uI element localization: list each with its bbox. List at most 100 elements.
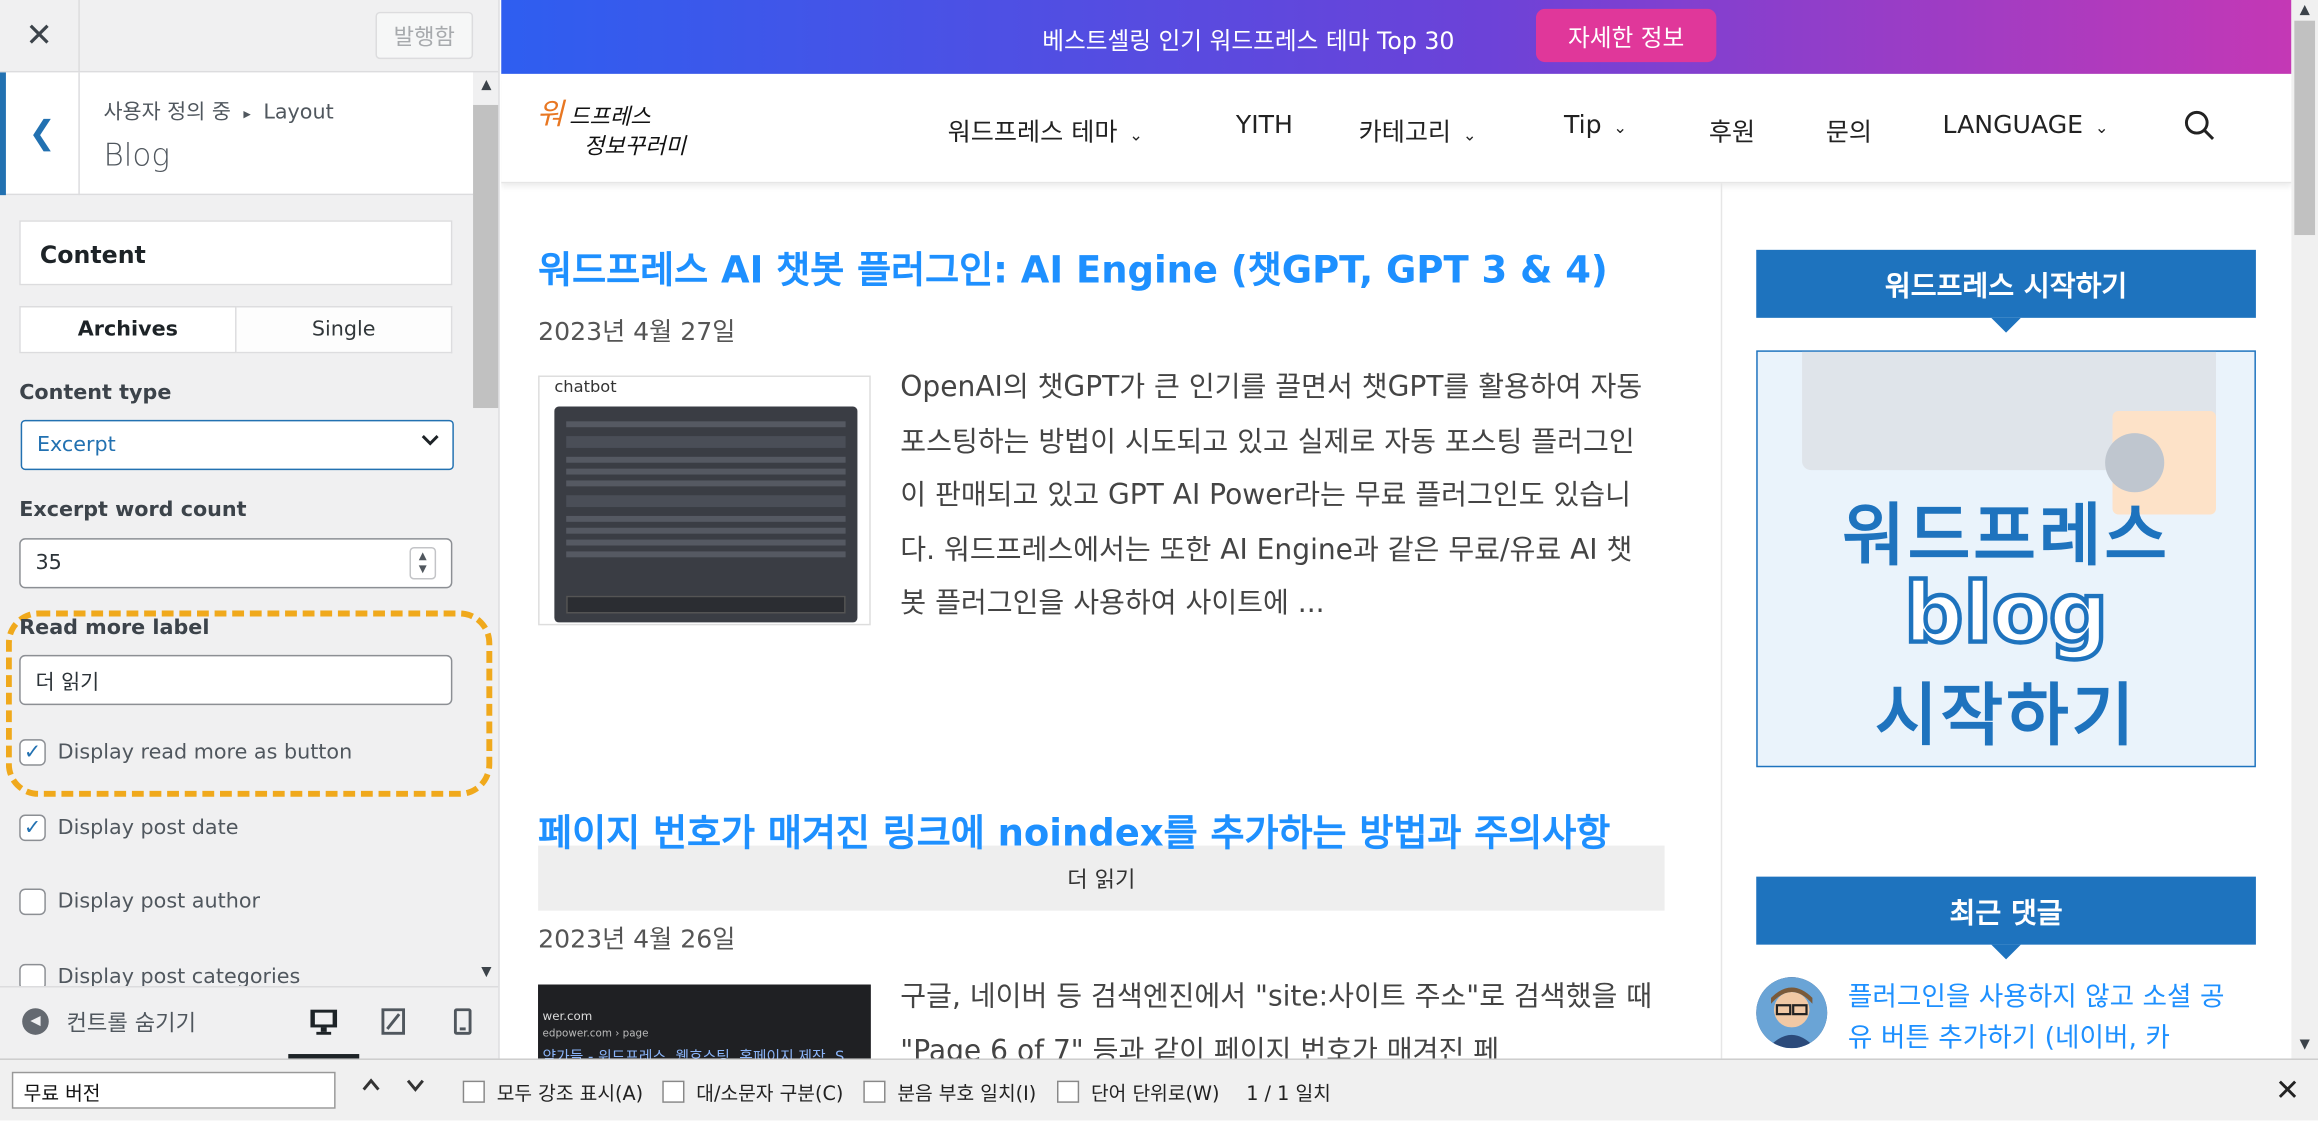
post-title-link[interactable]: 페이지 번호가 매겨진 링크에 noindex를 추가하는 방법과 주의사항 [538, 812, 1676, 856]
whole-words-option[interactable]: 단어 단위로(W) [1056, 1078, 1220, 1106]
nav-item-tip[interactable]: Tip ⌄ [1564, 111, 1627, 141]
svg-text:워: 워 [537, 97, 567, 131]
close-customizer-button[interactable]: ✕ [0, 0, 80, 71]
post-thumbnail[interactable]: chatbot [538, 375, 871, 626]
nav-label: 워드프레스 테마 [947, 118, 1118, 148]
customizer-panel: ✕ 발행함 ❮ 사용자 정의 중 ▸ Layout Blog ▲ ▼ Conte… [0, 0, 500, 1059]
nav-item-themes[interactable]: 워드프레스 테마 ⌄ [948, 111, 1143, 148]
breadcrumb: 사용자 정의 중 ▸ Layout [103, 96, 333, 126]
close-icon[interactable]: ✕ [2275, 1072, 2300, 1107]
thumb-line: edpower.com › page [542, 1027, 649, 1040]
find-previous-icon[interactable] [361, 1075, 382, 1102]
chevron-down-icon: ⌄ [1129, 125, 1143, 145]
breadcrumb-separator: ▸ [243, 106, 251, 123]
breadcrumb-section: Layout [263, 100, 334, 125]
site-header: 워 드프레스 정보꾸러미 워드프레스 테마 ⌄ YITH 카테고리 ⌄ Tip ⌄ 후… [501, 73, 2292, 184]
avatar [1756, 977, 1828, 1049]
tablet-preview-icon[interactable] [375, 1005, 410, 1038]
highlight-all-option[interactable]: 모두 강조 표시(A) [462, 1078, 643, 1106]
banner-text: 베스트셀링 인기 워드프레스 테마 Top 30 [1042, 26, 1455, 55]
scroll-down-icon[interactable]: ▼ [2291, 1035, 2318, 1056]
site-preview: 베스트셀링 인기 워드프레스 테마 Top 30 자세한 정보 워 드프레스 정… [501, 0, 2292, 1059]
breadcrumb-parent: 사용자 정의 중 [103, 100, 231, 125]
search-icon[interactable] [2183, 109, 2216, 142]
tab-archives[interactable]: Archives [19, 306, 237, 354]
widget-title: 워드프레스 시작하기 [1756, 249, 2256, 333]
nav-item-support[interactable]: 후원 [1709, 111, 1755, 148]
scrollbar-thumb[interactable] [473, 104, 499, 409]
checkbox-checked-icon[interactable]: ✓ [19, 739, 46, 766]
section-header: ❮ 사용자 정의 중 ▸ Layout Blog [0, 72, 474, 196]
post-thumbnail[interactable]: wer.com edpower.com › page 약가들 - 워드프레스, … [538, 984, 871, 1059]
checkbox-label: Display post author [57, 889, 261, 914]
match-diacritics-option[interactable]: 분음 부호 일치(I) [863, 1078, 1036, 1106]
customizer-scrollbar[interactable]: ▲ ▼ [473, 72, 499, 987]
checkbox-empty-icon[interactable] [1056, 1080, 1080, 1103]
banner-button[interactable]: 자세한 정보 [1535, 8, 1717, 63]
chevron-down-icon [420, 430, 441, 457]
chevron-down-icon: ⌄ [1613, 118, 1628, 138]
post-date: 2023년 4월 26일 [538, 925, 736, 955]
post-date: 2023년 4월 27일 [538, 317, 736, 348]
content-type-value: Excerpt [36, 433, 116, 457]
nav-label: 문의 [1825, 118, 1872, 148]
recent-comment-link[interactable]: 플러그인을 사용하지 않고 소셜 공유 버튼 추가하기 (네이버, 카 [1848, 977, 2247, 1058]
checkbox-label: Display post date [57, 816, 239, 840]
match-case-option[interactable]: 대/소문자 구분(C) [662, 1078, 843, 1106]
scroll-up-icon[interactable]: ▲ [2291, 0, 2318, 21]
scrollbar-thumb[interactable] [2294, 20, 2316, 236]
desktop-preview-icon[interactable] [306, 1005, 341, 1038]
back-button[interactable]: ❮ [0, 72, 80, 196]
mobile-preview-icon[interactable] [445, 1005, 480, 1038]
number-spinner-icon[interactable]: ▲ ▼ [409, 546, 437, 580]
content-type-select[interactable]: Excerpt [20, 419, 454, 471]
checkbox-empty-icon[interactable] [19, 888, 46, 916]
customizer-header: ✕ 발행함 [0, 0, 499, 73]
checkbox-row-post-author[interactable]: Display post author [19, 888, 261, 916]
excerpt-count-input[interactable]: 35 ▲ ▼ [19, 538, 453, 589]
chevron-down-icon: ⌄ [2094, 118, 2109, 138]
post-excerpt: 구글, 네이버 등 검색엔진에서 "site:사이트 주소"로 검색했을 때 "… [900, 980, 1653, 1059]
nav-label: 카테고리 [1358, 118, 1452, 148]
find-next-icon[interactable] [405, 1075, 426, 1102]
scroll-up-icon[interactable]: ▲ [473, 75, 498, 96]
svg-text:드프레스: 드프레스 [569, 104, 651, 130]
read-more-label: Read more label [19, 616, 210, 641]
find-bar: 무료 버전 모두 강조 표시(A) 대/소문자 구분(C) 분음 부호 일치(I… [0, 1058, 2318, 1121]
read-more-input[interactable]: 더 읽기 [19, 654, 453, 706]
publish-button[interactable]: 발행함 [375, 11, 474, 60]
checkbox-empty-icon[interactable] [662, 1080, 685, 1103]
chevron-down-icon: ⌄ [1462, 125, 1477, 145]
main-content: 워드프레스 AI 챗봇 플러그인: AI Engine (챗GPT, GPT 3… [501, 183, 1723, 1059]
checkbox-empty-icon[interactable] [462, 1080, 485, 1103]
option-label: 단어 단위로(W) [1090, 1083, 1220, 1106]
nav-label: Tip [1564, 110, 1602, 141]
banner-line: 워드프레스 [1842, 495, 2170, 576]
checkbox-empty-icon[interactable] [863, 1080, 886, 1103]
blog-start-banner-image[interactable]: 워드프레스 blog 시작하기 [1756, 350, 2256, 768]
section-title: Blog [103, 137, 171, 173]
tab-single[interactable]: Single [236, 306, 453, 354]
page-scrollbar[interactable]: ▲ ▼ [2291, 0, 2318, 1059]
excerpt-count-label: Excerpt word count [19, 498, 247, 522]
nav-item-yith[interactable]: YITH [1236, 111, 1293, 141]
arrow-left-circle-icon: ◀ [22, 1008, 49, 1035]
content-type-label: Content type [19, 381, 172, 406]
site-logo[interactable]: 워 드프레스 정보꾸러미 [534, 89, 711, 163]
sidebar: 워드프레스 시작하기 워드프레스 blog 시작하기 최근 댓글 플러그인을 사… [1756, 183, 2259, 1058]
thumb-caption: chatbot [554, 376, 617, 397]
hide-controls-button[interactable]: ◀ 컨트롤 숨기기 [0, 988, 281, 1059]
checkbox-row-read-more-button[interactable]: ✓ Display read more as button [19, 739, 352, 766]
post-title-link[interactable]: 워드프레스 AI 챗봇 플러그인: AI Engine (챗GPT, GPT 3… [538, 248, 1676, 292]
chat-screenshot-image [554, 406, 858, 623]
nav-label: YITH [1235, 110, 1293, 141]
checkbox-row-post-date[interactable]: ✓ Display post date [19, 814, 239, 842]
checkbox-label: Display read more as button [57, 740, 353, 765]
checkbox-checked-icon[interactable]: ✓ [19, 814, 46, 842]
nav-item-language[interactable]: LANGUAGE ⌄ [1943, 111, 2109, 141]
excerpt-count-value: 35 [35, 551, 62, 576]
find-input[interactable]: 무료 버전 [11, 1071, 336, 1109]
scroll-down-icon[interactable]: ▼ [473, 962, 498, 983]
nav-item-contact[interactable]: 문의 [1826, 111, 1872, 148]
nav-item-categories[interactable]: 카테고리 ⌄ [1359, 111, 1477, 148]
